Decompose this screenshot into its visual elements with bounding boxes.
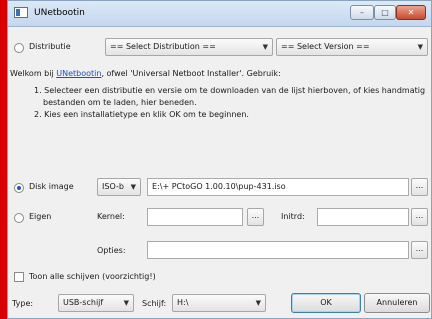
chevron-down-icon: ▼ xyxy=(262,43,268,51)
distribution-select-value: == Select Distribution == xyxy=(110,42,216,51)
unetbootin-link[interactable]: UNetbootin xyxy=(56,69,101,78)
options-input[interactable] xyxy=(147,241,409,259)
drive-select[interactable]: H:\ ▼ xyxy=(172,294,266,312)
show-all-drives-checkbox[interactable] xyxy=(14,272,24,282)
image-format-select[interactable]: ISO-b ▼ xyxy=(97,178,141,196)
kernel-label: Kernel: xyxy=(97,212,125,221)
show-all-drives-label: Toon alle schijven (voorzichtig!) xyxy=(29,272,156,281)
chevron-down-icon: ▼ xyxy=(417,43,423,51)
chevron-down-icon: ▼ xyxy=(255,299,261,307)
custom-radio[interactable] xyxy=(14,213,24,223)
browse-initrd-button[interactable]: ... xyxy=(411,208,428,226)
version-select-value: == Select Version == xyxy=(281,42,370,51)
step-2: 2. Kies een installatietype en klik OK o… xyxy=(34,110,249,119)
drive-label: Schijf: xyxy=(142,299,167,308)
ok-button[interactable]: OK xyxy=(291,293,361,313)
custom-radio-label: Eigen xyxy=(29,212,52,221)
drive-select-value: H:\ xyxy=(177,298,189,307)
browse-diskimage-button[interactable]: ... xyxy=(411,178,428,196)
chevron-down-icon: ▼ xyxy=(130,183,136,191)
distribution-radio-label: Distributie xyxy=(29,42,71,51)
disk-image-path-input[interactable]: E:\+ PCtoGO 1.00.10\pup-431.iso xyxy=(147,178,409,196)
initrd-input[interactable] xyxy=(317,208,409,226)
type-label: Type: xyxy=(12,299,34,308)
browse-kernel-button[interactable]: ... xyxy=(247,208,264,226)
browse-options-button[interactable]: ... xyxy=(411,241,428,259)
close-button[interactable]: ✕ xyxy=(396,5,426,20)
version-select[interactable]: == Select Version == ▼ xyxy=(276,38,428,56)
app-icon xyxy=(14,7,28,18)
initrd-label: Initrd: xyxy=(281,212,305,221)
intro-text: Welkom bij UNetbootin, ofwel 'Universal … xyxy=(10,69,281,78)
step-1-line-1: 1. Selecteer een distributie en versie o… xyxy=(34,86,426,95)
distribution-radio[interactable] xyxy=(14,43,24,53)
step-1-line-2: bestanden om te laden, hier beneden. xyxy=(43,98,197,107)
chevron-down-icon: ▼ xyxy=(123,299,129,307)
title-bar: UNetbootin – □ ✕ xyxy=(8,1,431,27)
kernel-input[interactable] xyxy=(147,208,243,226)
window-title: UNetbootin xyxy=(34,8,85,18)
distribution-select[interactable]: == Select Distribution == ▼ xyxy=(105,38,273,56)
minimize-button[interactable]: – xyxy=(350,5,374,20)
maximize-button[interactable]: □ xyxy=(374,5,396,20)
image-format-value: ISO-b xyxy=(102,182,124,191)
intro-prefix: Welkom bij xyxy=(10,69,57,78)
diskimage-radio[interactable] xyxy=(14,183,24,193)
diskimage-radio-label: Disk image xyxy=(29,182,74,191)
options-label: Opties: xyxy=(97,246,126,255)
intro-suffix: , ofwel 'Universal Netboot Installer'. G… xyxy=(101,69,281,78)
cancel-button[interactable]: Annuleren xyxy=(364,293,430,313)
unetbootin-window: UNetbootin – □ ✕ Distributie == Select D… xyxy=(7,0,432,319)
type-select[interactable]: USB-schijf ▼ xyxy=(58,294,134,312)
type-select-value: USB-schijf xyxy=(63,298,104,307)
disk-image-path-value: E:\+ PCtoGO 1.00.10\pup-431.iso xyxy=(152,182,286,191)
